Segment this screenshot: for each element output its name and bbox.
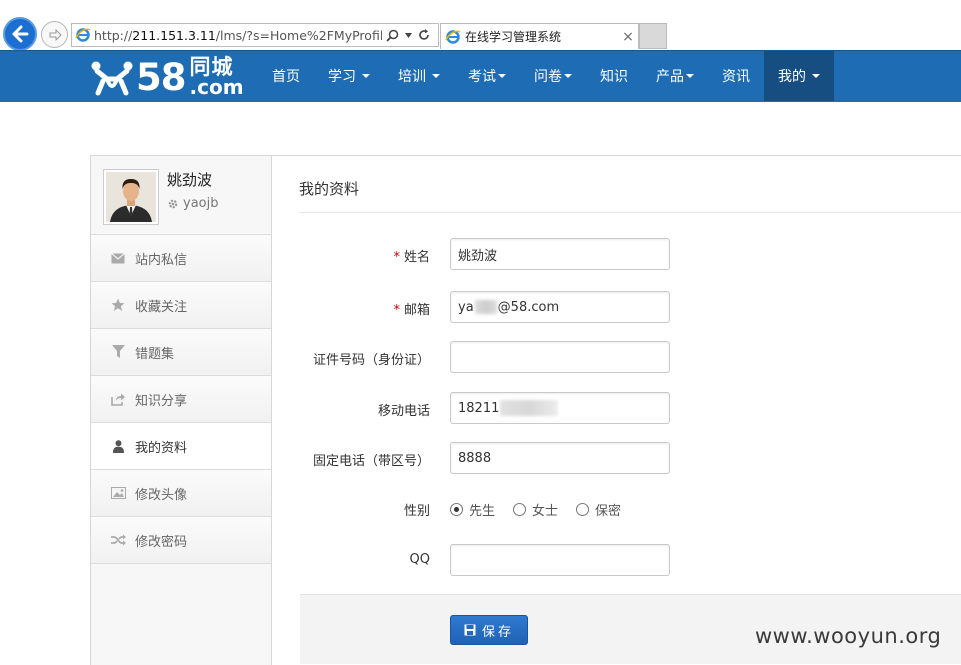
profile-username: yaojb [167, 196, 218, 211]
sidebar-item-favorites[interactable]: 收藏关注 [91, 282, 271, 329]
back-button[interactable] [3, 17, 37, 51]
nav-item-product[interactable]: 产品 [642, 51, 708, 101]
profile-sidebar: 姚劲波 yaojb 站内私信 收藏关注 错题集 知识分享 我的资料 修改头像 修… [90, 155, 272, 665]
gender-label: 性别 [403, 504, 430, 519]
form-row-qq: QQ [272, 544, 961, 576]
form-row-name: * 姓名 姚劲波 [272, 238, 961, 270]
new-tab-button[interactable] [639, 23, 667, 49]
search-icon[interactable] [386, 29, 399, 42]
mobile-field[interactable]: 18211 [450, 392, 670, 424]
qq-field[interactable] [450, 544, 670, 576]
radio-checked-icon[interactable] [450, 503, 463, 516]
address-bar[interactable]: http://211.151.3.11/lms/?s=Home%2FMyProf… [71, 23, 439, 47]
gender-option-secret[interactable]: 保密 [576, 500, 621, 519]
picture-icon [109, 487, 127, 499]
main-nav: 首页 学习 培训 考试 问卷 知识 产品 资讯 我的 [258, 51, 834, 103]
nav-item-study[interactable]: 学习 [314, 51, 384, 101]
browser-chrome: http://211.151.3.11/lms/?s=Home%2FMyProf… [0, 0, 961, 51]
envelope-icon [109, 252, 127, 264]
mobile-label: 移动电话 [377, 404, 430, 419]
phone-field[interactable]: 8888 [450, 442, 670, 474]
redacted-mask [474, 300, 497, 314]
form-row-phone: 固定电话（带区号） 8888 [272, 442, 961, 474]
nav-item-exam[interactable]: 考试 [454, 51, 520, 101]
name-field[interactable]: 姚劲波 [450, 238, 670, 270]
sidebar-item-knowledge-share[interactable]: 知识分享 [91, 376, 271, 423]
random-icon [109, 534, 127, 546]
sidebar-item-change-password[interactable]: 修改密码 [91, 517, 271, 564]
name-label: * 姓名 [393, 250, 430, 265]
floppy-disk-icon [464, 624, 476, 636]
ie-page-icon [72, 24, 94, 46]
profile-name: 姚劲波 [167, 171, 213, 189]
id-number-field[interactable] [450, 341, 670, 373]
caret-down-icon [432, 74, 440, 78]
form-row-id: 证件号码（身份证） [272, 341, 961, 373]
user-card: 姚劲波 yaojb [91, 156, 271, 235]
tab-title: 在线学习管理系统 [465, 30, 562, 44]
user-photo-icon [106, 172, 156, 222]
arrow-left-icon [12, 25, 29, 43]
form-row-gender: 性别 先生 女士 保密 [272, 494, 961, 526]
site-navbar: 58 同城 .com 首页 学习 培训 考试 问卷 知识 产品 资讯 我的 [0, 50, 961, 102]
sidebar-item-my-profile[interactable]: 我的资料 [91, 423, 271, 470]
nav-item-mine[interactable]: 我的 [764, 51, 834, 101]
radio-unchecked-icon[interactable] [513, 503, 527, 516]
nav-item-training[interactable]: 培训 [384, 51, 454, 101]
caret-down-icon [362, 74, 370, 78]
forward-button[interactable] [41, 21, 68, 48]
title-divider [299, 212, 961, 213]
dropdown-arrow-icon[interactable] [405, 32, 412, 38]
tab-close-icon[interactable]: × [618, 29, 638, 45]
logo-cn-bottom: .com [189, 75, 244, 99]
url-text: http://211.151.3.11/lms/?s=Home%2FMyProf… [94, 27, 382, 43]
site-logo[interactable]: 58 同城 .com [90, 57, 244, 97]
caret-down-icon [686, 74, 694, 78]
logo-number: 58 [136, 55, 186, 99]
form-row-mobile: 移动电话 18211 [272, 392, 961, 424]
arrow-right-icon [49, 28, 62, 41]
sidebar-menu: 站内私信 收藏关注 错题集 知识分享 我的资料 修改头像 修改密码 [91, 235, 271, 564]
nav-item-knowledge[interactable]: 知识 [586, 51, 642, 101]
browser-tab[interactable]: 在线学习管理系统 × [440, 23, 639, 49]
star-icon [109, 298, 127, 312]
sidebar-item-wrong-questions[interactable]: 错题集 [91, 329, 271, 376]
caret-down-icon [564, 74, 572, 78]
nav-item-home[interactable]: 首页 [258, 51, 314, 101]
58-logo-mark-icon [91, 61, 133, 96]
user-icon [109, 439, 127, 453]
save-button[interactable]: 保存 [450, 615, 528, 645]
ie-tab-icon [441, 29, 465, 45]
radio-unchecked-icon[interactable] [576, 503, 590, 516]
refresh-icon[interactable] [418, 29, 430, 41]
gender-radio-group: 先生 女士 保密 [450, 500, 621, 519]
caret-down-icon [498, 74, 506, 78]
qq-label: QQ [409, 552, 430, 567]
form-row-email: * 邮箱 ya @58.com [272, 291, 961, 323]
id-label: 证件号码（身份证） [312, 353, 430, 368]
nav-item-survey[interactable]: 问卷 [520, 51, 586, 101]
gear-icon [168, 199, 178, 208]
email-label: * 邮箱 [393, 303, 430, 318]
caret-down-icon [812, 74, 820, 78]
nav-item-news[interactable]: 资讯 [708, 51, 764, 101]
sidebar-item-change-avatar[interactable]: 修改头像 [91, 470, 271, 517]
email-field[interactable]: ya @58.com [450, 291, 670, 323]
filter-icon [109, 345, 127, 359]
watermark: www.wooyun.org [755, 624, 942, 648]
avatar[interactable] [103, 169, 159, 225]
redacted-mask [500, 400, 559, 416]
profile-form-panel: 我的资料 * 姓名 姚劲波 * 邮箱 ya @58.com 证件号码（身份证） 移动电… [272, 155, 961, 665]
sidebar-item-messages[interactable]: 站内私信 [91, 235, 271, 282]
gender-option-male[interactable]: 先生 [450, 500, 495, 519]
phone-label: 固定电话（带区号） [312, 454, 430, 469]
share-icon [109, 393, 127, 406]
gender-option-female[interactable]: 女士 [513, 500, 558, 519]
page-title: 我的资料 [299, 180, 360, 198]
